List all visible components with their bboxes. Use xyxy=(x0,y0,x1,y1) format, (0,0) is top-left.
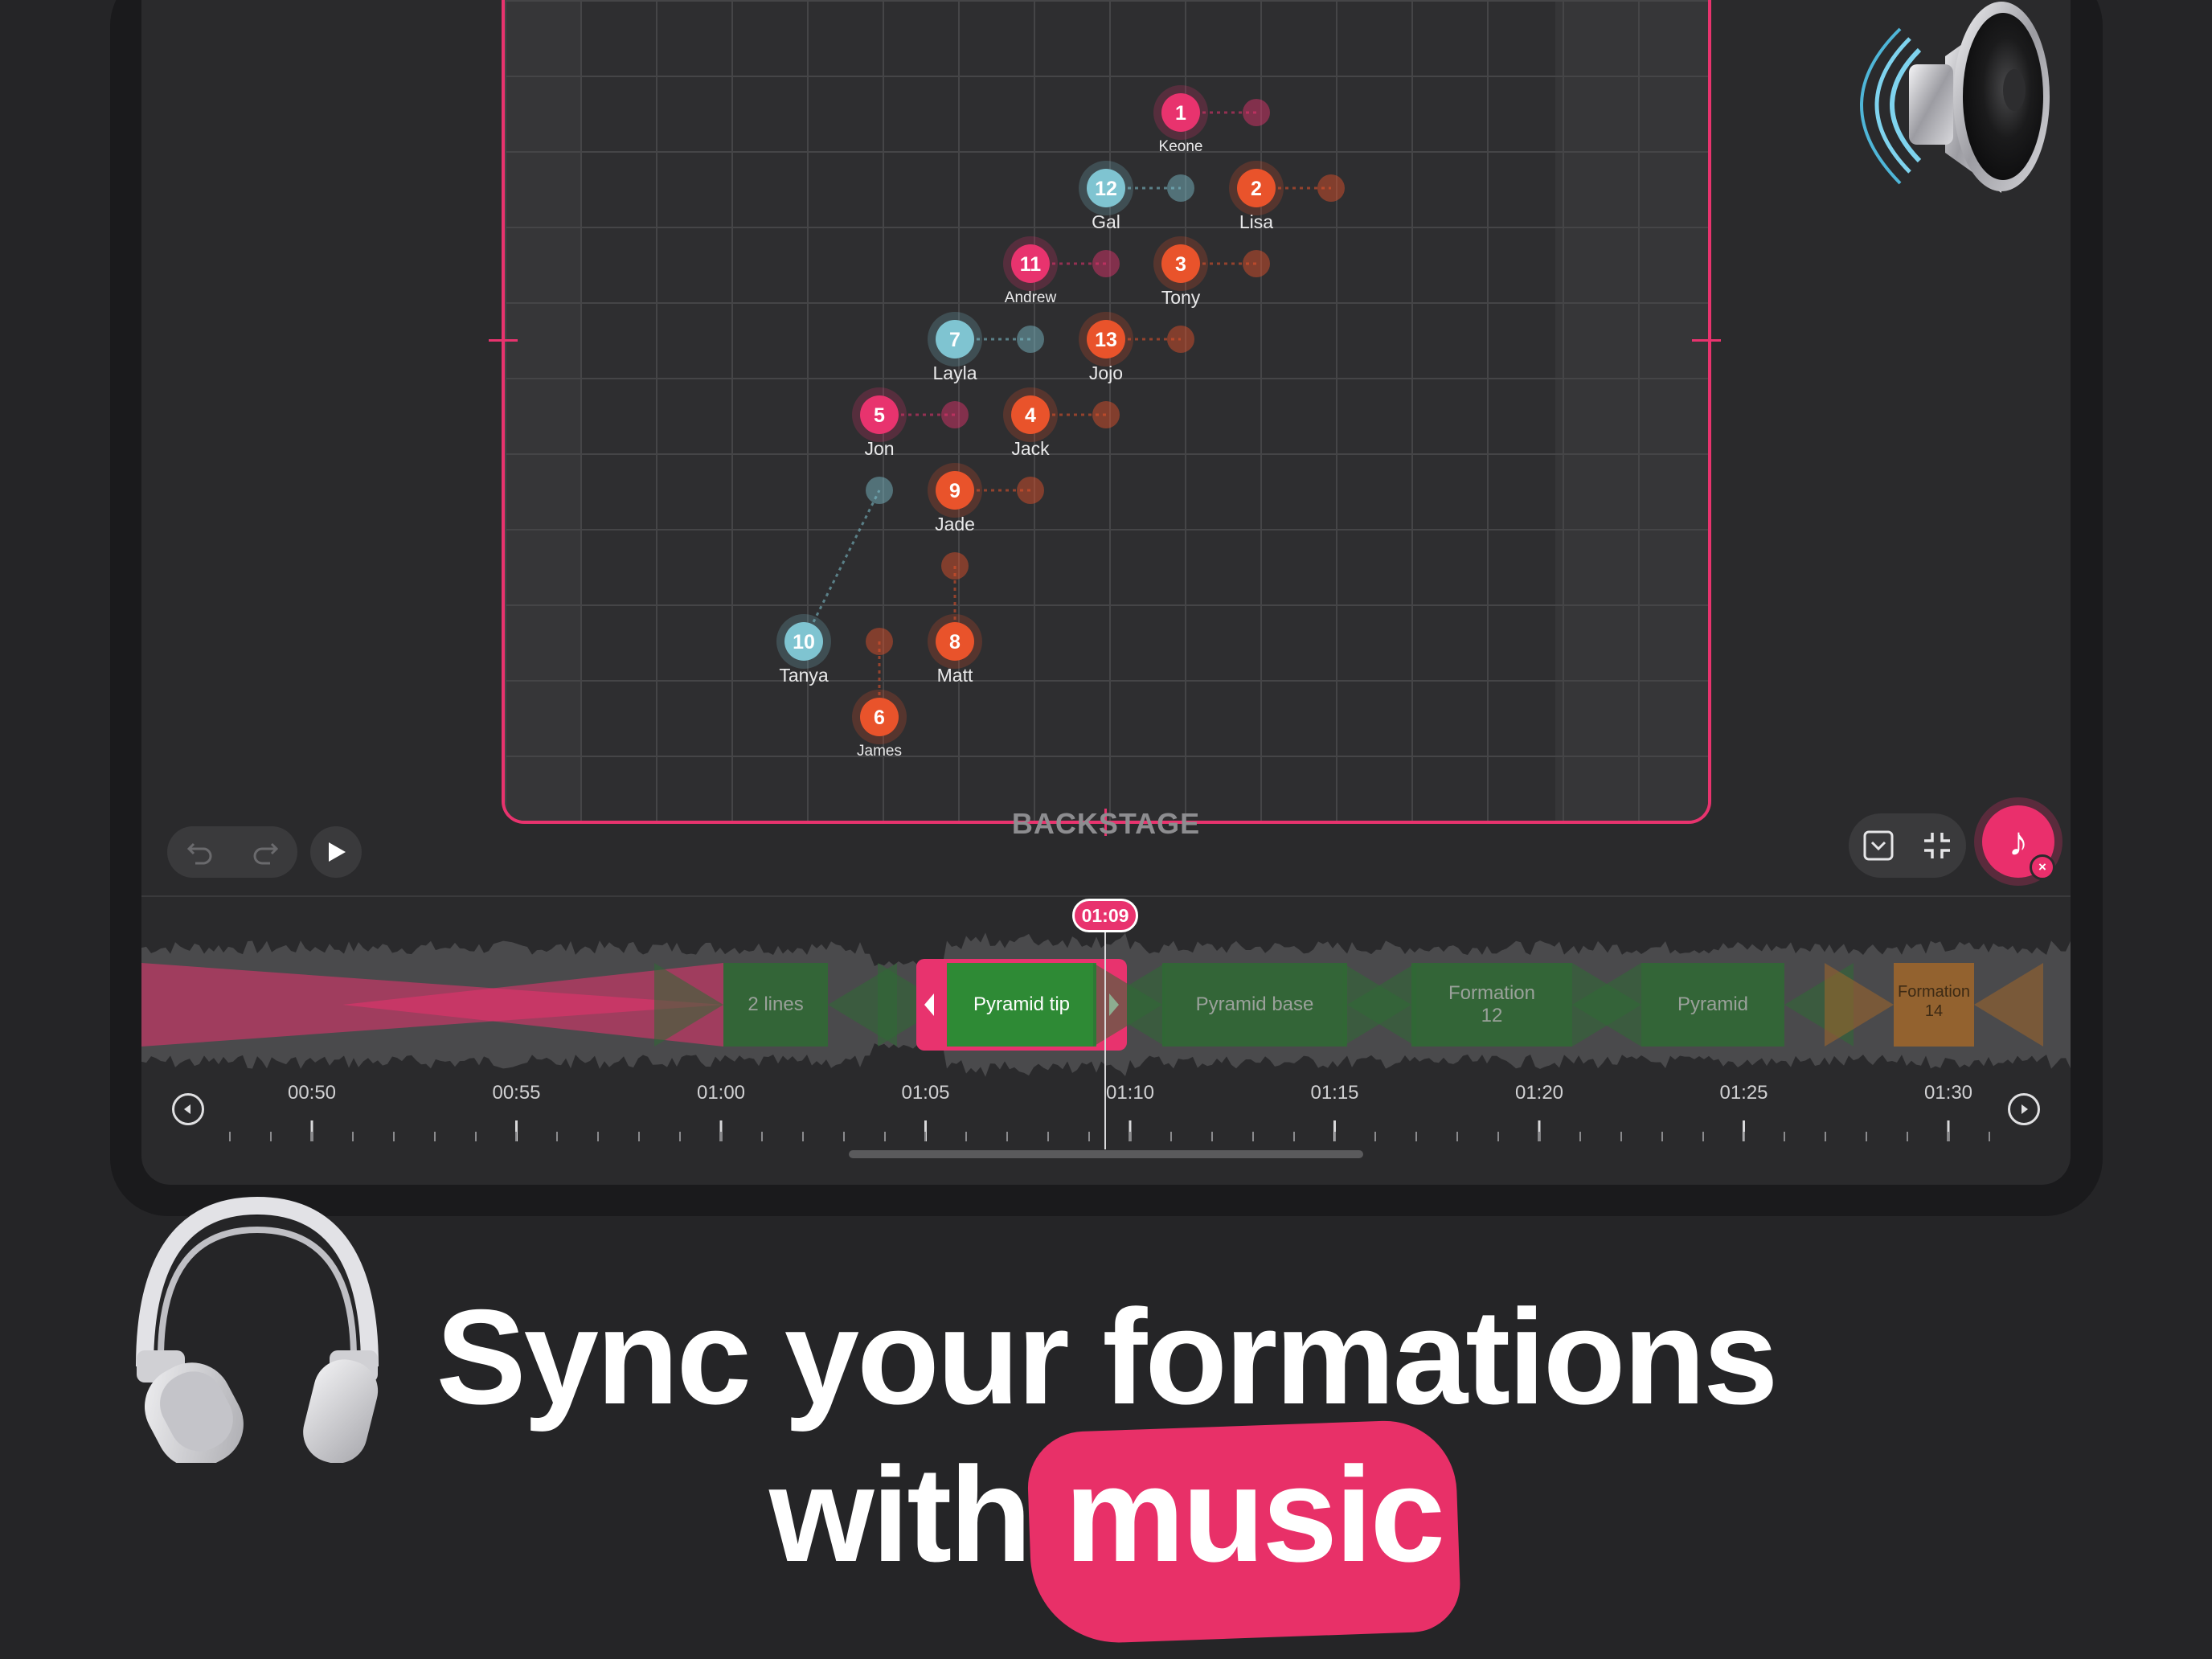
arrow-left-icon xyxy=(184,1104,190,1114)
ruler-label: 01:00 xyxy=(696,1082,746,1104)
ruler-label: 01:10 xyxy=(1105,1082,1155,1104)
headline-prefix: with xyxy=(768,1439,1065,1590)
ruler-label: 01:25 xyxy=(1719,1082,1768,1104)
headline-line-1: Sync your formations xyxy=(436,1281,1778,1432)
ruler-label: 01:15 xyxy=(1310,1082,1359,1104)
ruler-label: 01:05 xyxy=(901,1082,950,1104)
headline-highlight: music xyxy=(1026,1418,1461,1646)
ruler-label: 01:30 xyxy=(1923,1082,1973,1104)
timeline-scrollbar[interactable] xyxy=(849,1150,1363,1158)
scroll-left-button[interactable] xyxy=(172,1093,204,1125)
arrow-right-icon xyxy=(2022,1104,2028,1114)
headline-line-2: with music xyxy=(0,1418,2212,1646)
speaker-icon xyxy=(1860,2,2050,193)
time-ruler[interactable] xyxy=(141,0,2071,1185)
ruler-label: 00:55 xyxy=(492,1082,541,1104)
highlight-word: music xyxy=(1064,1439,1446,1590)
ruler-label: 01:20 xyxy=(1514,1082,1564,1104)
app-screen: 1 Keone 12 Gal 2 Lisa 11 Andrew 3 Tony 7 Layla 13 Joj… xyxy=(141,0,2071,1185)
scroll-right-button[interactable] xyxy=(2008,1093,2040,1125)
ruler-label: 00:50 xyxy=(287,1082,337,1104)
marketing-headline: Sync your formations with music xyxy=(0,1278,2212,1646)
